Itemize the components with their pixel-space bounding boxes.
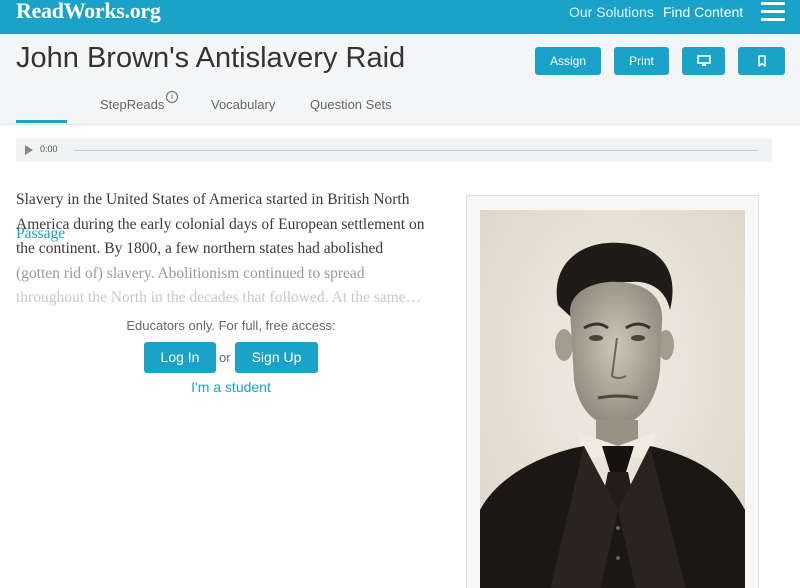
passage-line: the continent. By 1800, a few northern s… bbox=[16, 240, 384, 257]
page-header: John Brown's Antislavery Raid Assign Pri… bbox=[0, 34, 800, 242]
student-link[interactable]: I'm a student bbox=[16, 379, 446, 395]
passage-text: Slavery in the United States of America … bbox=[16, 188, 452, 311]
play-icon[interactable] bbox=[25, 145, 33, 155]
assign-button[interactable]: Assign bbox=[535, 47, 601, 75]
passage-line: Slavery in the United States of America … bbox=[16, 191, 410, 208]
tab-stepreads[interactable]: StepReads bbox=[100, 97, 164, 112]
bookmark-button[interactable] bbox=[738, 47, 785, 75]
bookmark-icon bbox=[757, 55, 766, 67]
passage-line: throughout the North in the decades that… bbox=[16, 289, 422, 306]
active-tab-indicator bbox=[16, 120, 67, 123]
portrait-image bbox=[480, 210, 745, 588]
page-title: John Brown's Antislavery Raid bbox=[16, 42, 406, 74]
print-button[interactable]: Print bbox=[614, 47, 669, 75]
audio-time: 0:00 bbox=[40, 144, 58, 154]
passage-line: (gotten rid of) slavery. Abolitionism co… bbox=[16, 264, 365, 282]
access-prompt: Educators only. For full, free access: bbox=[126, 318, 336, 333]
audio-player: 0:00 bbox=[16, 138, 772, 162]
nav-our-solutions[interactable]: Our Solutions bbox=[569, 4, 654, 20]
portrait-illustration bbox=[480, 210, 745, 588]
sign-up-button[interactable]: Sign Up bbox=[235, 342, 318, 373]
audio-progress-bar[interactable] bbox=[74, 150, 758, 151]
logo[interactable]: ReadWorks.org bbox=[16, 0, 161, 24]
hamburger-line bbox=[761, 18, 785, 21]
present-icon bbox=[696, 55, 711, 66]
log-in-button[interactable]: Log In bbox=[144, 342, 216, 373]
tab-vocabulary[interactable]: Vocabulary bbox=[211, 97, 275, 112]
present-button[interactable] bbox=[682, 47, 725, 75]
info-icon[interactable]: i bbox=[166, 91, 178, 103]
tab-question-sets[interactable]: Question Sets bbox=[310, 97, 392, 112]
passage-line: America during the early colonial days o… bbox=[16, 215, 425, 233]
hamburger-menu-icon[interactable] bbox=[761, 2, 785, 22]
hamburger-line bbox=[761, 2, 785, 5]
hamburger-line bbox=[761, 10, 785, 13]
or-label: or bbox=[219, 350, 231, 365]
top-nav-bar: ReadWorks.org Our Solutions Find Content bbox=[0, 0, 800, 34]
nav-find-content[interactable]: Find Content bbox=[663, 4, 743, 20]
